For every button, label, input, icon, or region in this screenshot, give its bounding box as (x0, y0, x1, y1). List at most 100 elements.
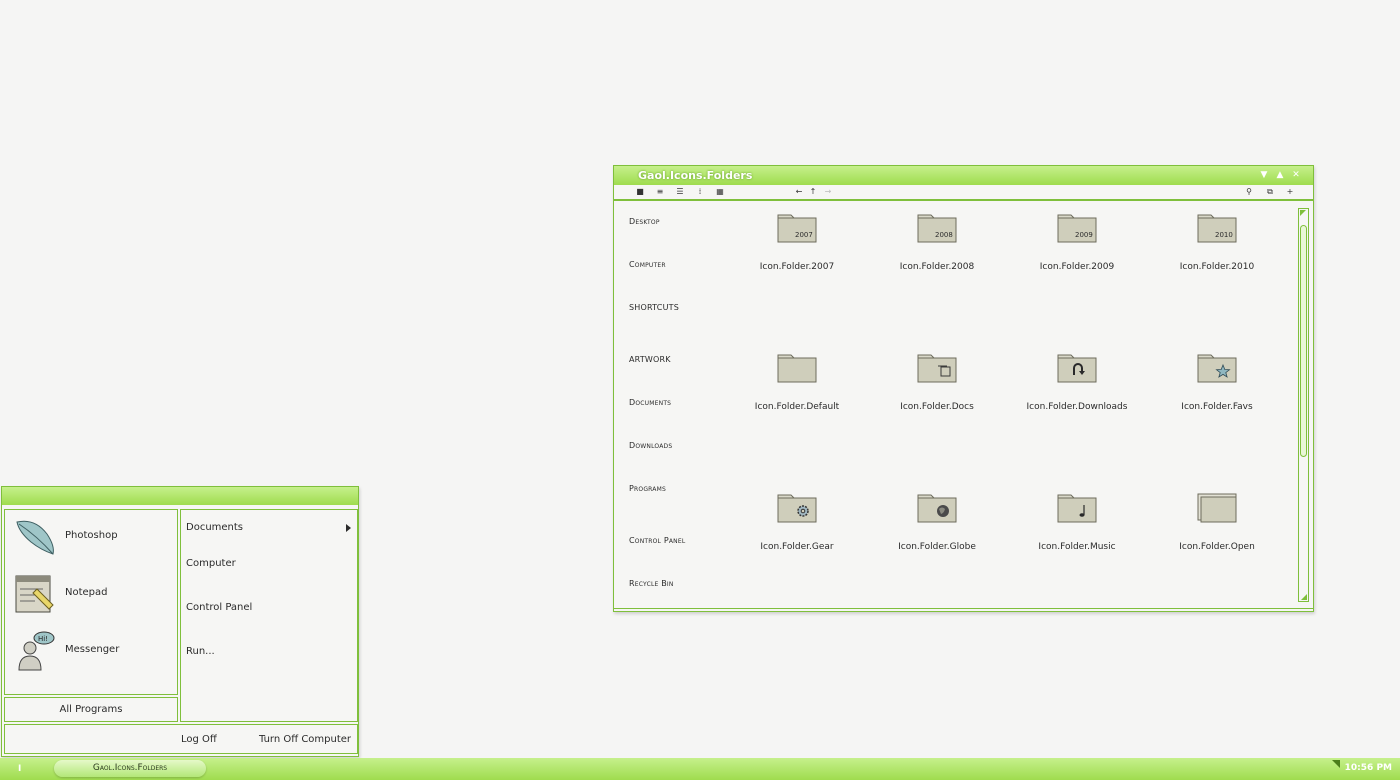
tray-expand-icon[interactable] (1332, 760, 1340, 768)
start-button[interactable]: I (18, 764, 21, 774)
pinned-item-notepad[interactable]: Notepad (13, 573, 173, 617)
folder-globe-icon (917, 494, 957, 523)
folder-label: Icon.Folder.2010 (1179, 262, 1255, 272)
up-arrow-icon[interactable]: ↑ (807, 186, 819, 198)
add-icon[interactable]: + (1284, 186, 1296, 198)
back-arrow-icon[interactable]: ← (793, 186, 805, 198)
folder-item[interactable]: 2009 Icon.Folder.2009 (1012, 213, 1142, 283)
search-icon[interactable]: ⚲ (1243, 186, 1255, 198)
power-bar: Log Off Turn Off Computer (4, 724, 358, 754)
folder-item[interactable]: 2010 Icon.Folder.2010 (1152, 213, 1282, 283)
folder-item[interactable]: 2008 Icon.Folder.2008 (872, 213, 1002, 283)
pinned-item-photoshop[interactable]: Photoshop (13, 516, 173, 560)
folder-item[interactable]: Icon.Folder.Downloads (1012, 353, 1142, 423)
large-icons-view-icon[interactable]: ■ (634, 186, 646, 198)
folder-music-icon (1057, 494, 1097, 523)
nav-item-programs[interactable]: Programs (629, 484, 666, 493)
messenger-icon: Hi! (18, 631, 55, 671)
chevron-right-icon (346, 524, 351, 532)
folder-label: Icon.Folder.Favs (1181, 402, 1253, 412)
place-control-panel[interactable]: Control Panel (186, 602, 252, 613)
start-menu-header (2, 487, 358, 505)
folder-label: Icon.Folder.Globe (898, 542, 976, 552)
log-off-button[interactable]: Log Off (181, 734, 217, 745)
folder-item[interactable]: Icon.Folder.Favs (1152, 353, 1282, 423)
nav-item-shortcuts[interactable]: SHORTCUTS (629, 303, 679, 312)
folder-label: Icon.Folder.Open (1179, 542, 1255, 552)
taskbar-button-explorer[interactable]: Gaol.Icons.Folders (54, 760, 206, 777)
place-run[interactable]: Run... (186, 646, 215, 657)
pinned-item-label: Photoshop (65, 530, 118, 541)
nav-item-downloads[interactable]: Downloads (629, 441, 672, 450)
turn-off-computer-button[interactable]: Turn Off Computer (259, 734, 351, 745)
scroll-up-arrow-icon[interactable] (1300, 210, 1306, 216)
folder-2008-icon: 2008 (917, 214, 957, 243)
feather-icon (16, 520, 54, 555)
explorer-toolbar: ■ ≡ ☰ ⁞ ▦ ← ↑ → ⚲ ⧉ + (614, 185, 1313, 201)
folder-label: Icon.Folder.Music (1038, 542, 1116, 552)
folder-item[interactable]: Icon.Folder.Globe (872, 493, 1002, 563)
place-documents[interactable]: Documents (181, 510, 357, 544)
nav-item-computer[interactable]: Computer (629, 260, 666, 269)
folder-label: Icon.Folder.2009 (1039, 262, 1115, 272)
folder-item[interactable]: Icon.Folder.Docs (872, 353, 1002, 423)
folder-label: Icon.Folder.Docs (900, 402, 974, 412)
folder-item[interactable]: Icon.Folder.Open (1152, 493, 1282, 563)
nav-item-documents[interactable]: Documents (629, 398, 671, 407)
vertical-scrollbar[interactable] (1298, 208, 1309, 602)
folder-open-icon (1197, 493, 1237, 523)
pinned-item-label: Messenger (65, 644, 120, 655)
chevron-down-icon[interactable]: ▼ (1258, 169, 1270, 181)
folder-2007-icon: 2007 (777, 214, 817, 243)
folder-item[interactable]: 2007 Icon.Folder.2007 (732, 213, 862, 283)
pinned-item-messenger[interactable]: Hi! Messenger (13, 630, 173, 674)
folder-2010-icon: 2010 (1197, 214, 1237, 243)
window-layout-icon[interactable]: ⧉ (1264, 186, 1276, 198)
taskbar-button-label: Gaol.Icons.Folders (92, 763, 168, 773)
all-programs-label: All Programs (59, 704, 123, 715)
small-icons-view-icon[interactable]: ⁞ (694, 186, 706, 198)
window-bottom-border (614, 608, 1313, 609)
svg-text:2010: 2010 (1215, 231, 1233, 239)
svg-text:Hi!: Hi! (38, 635, 48, 643)
places-panel: Documents Computer Control Panel Run... (180, 509, 358, 722)
folder-docs-icon (917, 354, 957, 383)
close-icon[interactable]: ✕ (1290, 169, 1302, 181)
folder-label: Icon.Folder.Gear (760, 542, 834, 552)
resize-grip-icon[interactable] (1301, 594, 1307, 600)
chevron-up-icon[interactable]: ▲ (1274, 169, 1286, 181)
scrollbar-thumb[interactable] (1300, 225, 1307, 457)
nav-item-recycle-bin[interactable]: Recycle Bin (629, 579, 674, 588)
svg-text:2007: 2007 (795, 231, 813, 239)
folder-label: Icon.Folder.Downloads (1026, 402, 1128, 412)
explorer-window: Gaol.Icons.Folders ▼ ▲ ✕ ■ ≡ ☰ ⁞ ▦ ← ↑ →… (613, 165, 1314, 612)
folder-label: Icon.Folder.2008 (899, 262, 975, 272)
window-title: Gaol.Icons.Folders (638, 169, 753, 182)
start-menu: Photoshop Notepad Hi! Messenger All Prog… (1, 486, 359, 757)
folder-default-icon (777, 354, 817, 383)
folder-favs-icon (1197, 354, 1237, 383)
folder-gear-icon (777, 494, 817, 523)
nav-item-control-panel[interactable]: Control Panel (629, 536, 685, 545)
notepad-icon (15, 575, 54, 613)
folder-item[interactable]: Icon.Folder.Music (1012, 493, 1142, 563)
tiles-view-icon[interactable]: ▦ (714, 186, 726, 198)
clock[interactable]: 10:56 PM (1345, 763, 1392, 773)
nav-item-desktop[interactable]: Desktop (629, 217, 660, 226)
window-titlebar[interactable]: Gaol.Icons.Folders ▼ ▲ ✕ (614, 166, 1313, 185)
folder-downloads-icon (1057, 354, 1097, 383)
folder-label: Icon.Folder.2007 (759, 262, 835, 272)
folder-2009-icon: 2009 (1057, 214, 1097, 243)
folder-item[interactable]: Icon.Folder.Default (732, 353, 862, 423)
folder-item[interactable]: Icon.Folder.Gear (732, 493, 862, 563)
nav-item-artwork[interactable]: ARTWORK (629, 355, 671, 364)
pinned-item-label: Notepad (65, 587, 108, 598)
place-label: Documents (186, 522, 244, 533)
taskbar: I Gaol.Icons.Folders 10:56 PM (0, 758, 1400, 780)
details-view-icon[interactable]: ☰ (674, 186, 686, 198)
list-view-icon[interactable]: ≡ (654, 186, 666, 198)
forward-arrow-icon[interactable]: → (822, 186, 834, 198)
folder-label: Icon.Folder.Default (754, 402, 840, 412)
place-computer[interactable]: Computer (186, 558, 236, 569)
all-programs-button[interactable]: All Programs (4, 697, 178, 722)
